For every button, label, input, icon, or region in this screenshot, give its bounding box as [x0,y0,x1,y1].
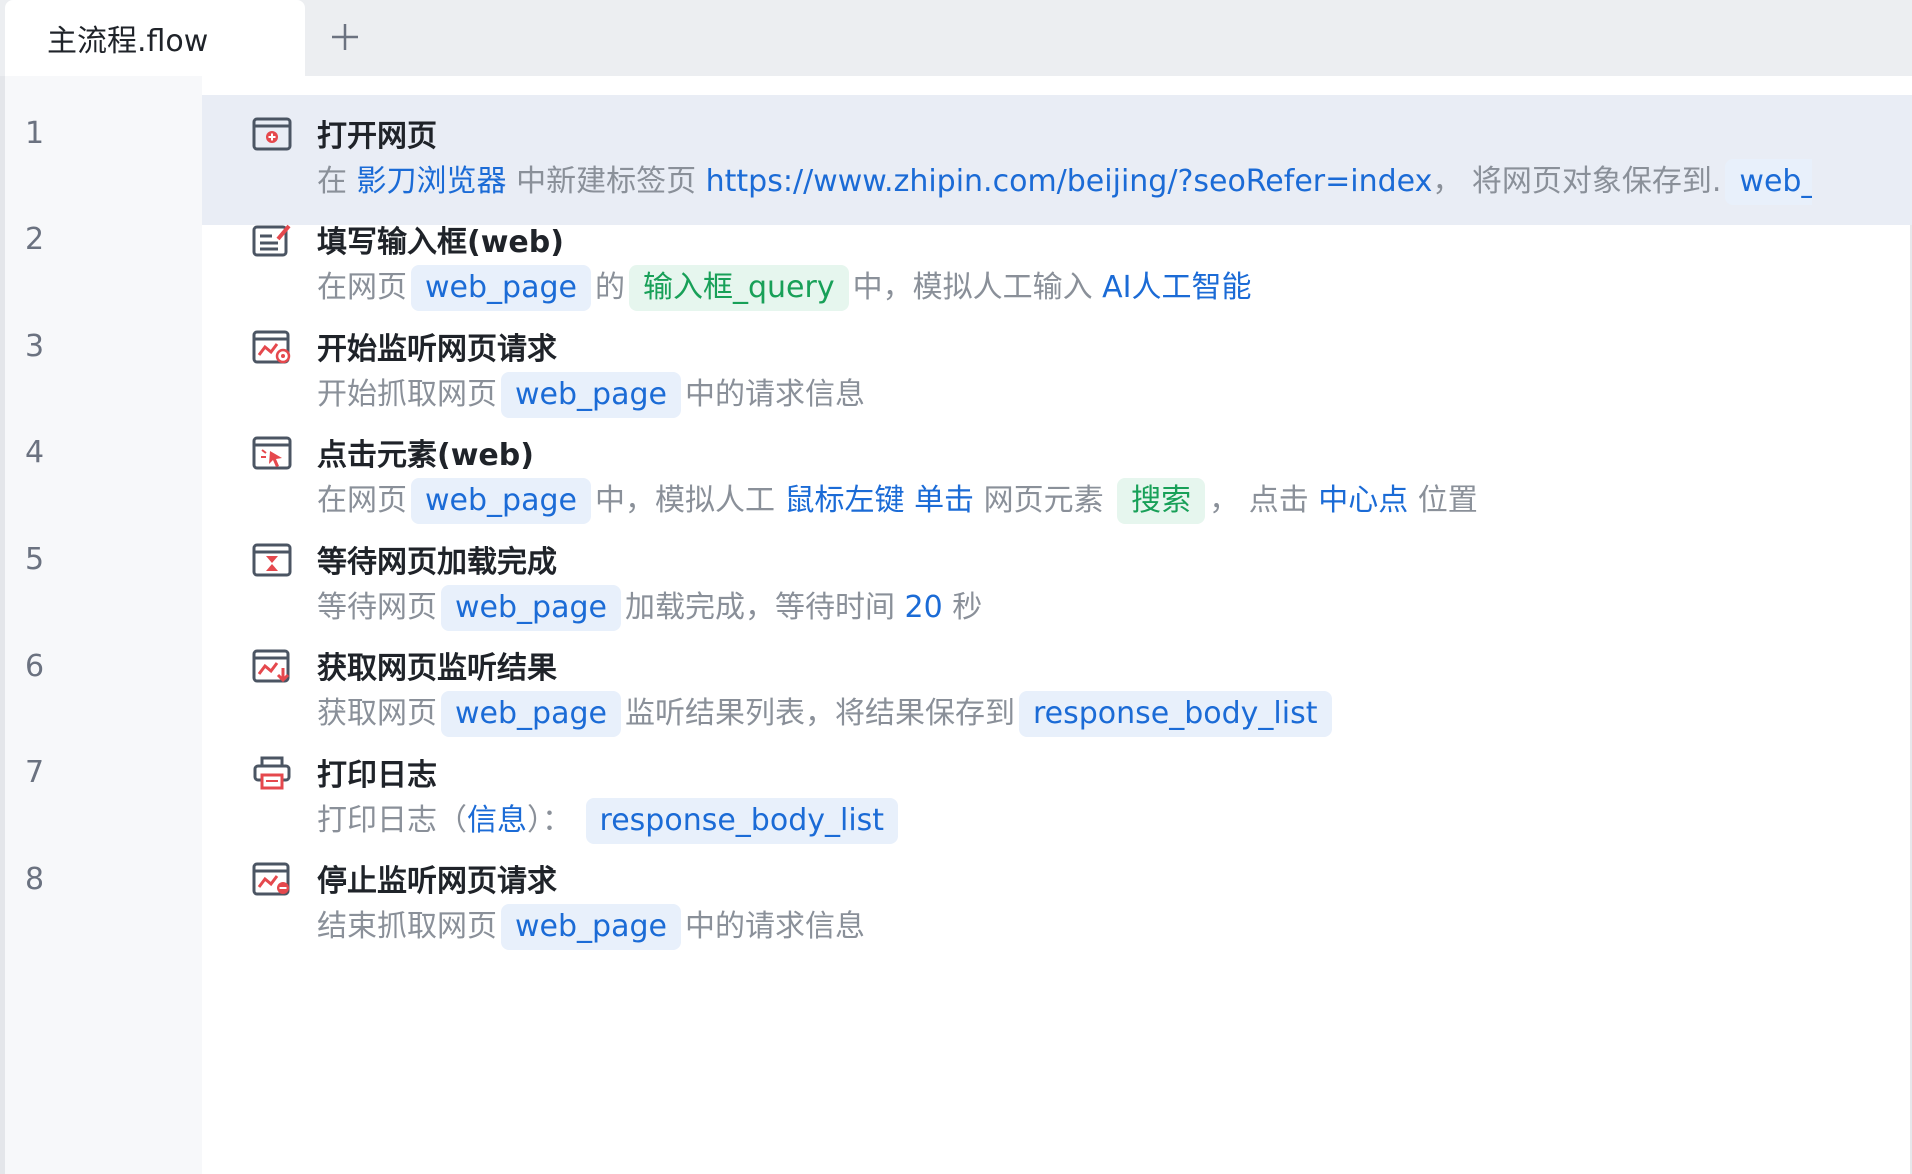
step-title: 等待网页加载完成 [317,545,557,580]
variable-chip[interactable]: web_page [411,265,591,311]
desc-text: 网页元素 [983,483,1104,518]
tab-title: 主流程.flow [47,24,209,59]
step-title: 点击元素(web) [317,438,534,473]
open-browser-icon [252,117,292,151]
monitor-start-icon [252,330,291,364]
desc-text: 加载完成，等待时间 [624,590,895,625]
step-title: 打开网页 [317,119,437,154]
desc-text: 位置 [1417,483,1478,518]
step-title: 停止监听网页请求 [317,864,557,899]
desc-text: 获取网页 [317,696,437,731]
click-type-param[interactable]: 单击 [914,483,974,518]
desc-text: 中新建标签页 [516,164,697,199]
desc-text: 中的请求信息 [684,909,865,944]
desc-text: 在 [317,164,347,199]
click-element-icon [252,436,292,470]
desc-text: 中，模拟人工 [594,483,775,518]
variable-chip[interactable]: web_page [501,372,681,418]
input-text-param[interactable]: AI人工智能 [1102,270,1251,305]
url-param[interactable]: https://www.zhipin.com/beijing/?seoRefer… [706,164,1433,199]
variable-chip[interactable]: web_page [441,585,621,631]
browser-param[interactable]: 影刀浏览器 [357,164,507,199]
step-description: 在网页 web_page 的输入框_query 中，模拟人工输入 AI人工智能 [317,265,1912,311]
desc-text: 秒 [952,590,983,625]
input-form-icon [252,224,291,257]
step-description: 打印日志（信息）： response_body_list [317,798,1912,844]
flow-step-stop-monitor[interactable]: 停止监听网页请求 结束抓取网页 web_page 中的请求信息 [202,840,1912,970]
tab-main-flow[interactable]: 主流程.flow [5,0,305,76]
step-description: 开始抓取网页 web_page 中的请求信息 [317,372,1912,418]
line-number: 5 [25,542,45,577]
desc-text: 中，模拟人工输入 [852,270,1093,305]
line-number: 7 [25,755,45,790]
desc-text: 在网页 [317,483,407,518]
step-title: 开始监听网页请求 [317,332,557,367]
step-description: 结束抓取网页 web_page 中的请求信息 [317,904,1912,950]
hourglass-icon [252,543,292,577]
variable-chip[interactable]: web_page [441,691,621,737]
line-number-gutter: 1 2 3 4 5 6 7 8 [0,76,202,1174]
desc-text: 开始抓取网页 [317,377,497,412]
step-description: 等待网页 web_page 加载完成，等待时间 20 秒 [317,585,1912,631]
line-number: 2 [25,222,45,257]
line-number: 4 [25,435,45,470]
desc-text: 的 [594,270,625,305]
step-description: 在网页 web_page 中，模拟人工 鼠标左键 单击 网页元素 搜索， 点击 中心… [317,478,1912,524]
line-number: 6 [25,649,45,684]
desc-text: 打印日志（ [317,803,467,838]
variable-chip[interactable]: web_page [411,478,591,524]
plus-icon [332,24,358,50]
desc-text: 在网页 [317,270,407,305]
step-description: 获取网页 web_page 监听结果列表，将结果保存到 response_body_l… [317,691,1912,737]
line-number: 8 [25,862,45,897]
variable-chip[interactable]: web_page [501,904,681,950]
element-chip[interactable]: 搜索 [1117,478,1206,524]
desc-text: ， 点击 [1209,483,1309,518]
line-number: 3 [25,329,45,364]
mouse-button-param[interactable]: 鼠标左键 [785,483,905,518]
result-variable-chip[interactable]: response_body_list [1018,691,1332,737]
step-description: 在 影刀浏览器 中新建标签页 https://www.zhipin.com/be… [317,159,1812,205]
step-title: 获取网页监听结果 [317,651,557,686]
print-icon [253,756,291,790]
desc-text: ， 将网页对象保存到. [1432,164,1722,199]
flow-step-list: 打开网页 在 影刀浏览器 中新建标签页 https://www.zhipin.c… [202,95,1912,1174]
log-level-param[interactable]: 信息 [467,803,527,838]
desc-text: 等待网页 [317,590,437,625]
monitor-result-icon [252,649,290,683]
desc-text: 结束抓取网页 [317,909,497,944]
step-title: 填写输入框(web) [317,225,564,260]
log-value-chip[interactable]: response_body_list [585,798,899,844]
tab-bar: 主流程.flow [0,0,1912,76]
add-tab-button[interactable] [322,14,368,60]
desc-text: 监听结果列表，将结果保存到 [624,696,1015,731]
desc-text: 中的请求信息 [684,377,865,412]
step-title: 打印日志 [317,758,437,793]
line-number: 1 [25,116,45,151]
variable-chip[interactable]: web_page [1725,159,1812,205]
desc-text: ）： [527,803,572,838]
wait-seconds-param[interactable]: 20 [905,590,943,625]
click-position-param[interactable]: 中心点 [1318,483,1408,518]
element-chip[interactable]: 输入框_query [628,265,849,311]
monitor-stop-icon [252,862,290,896]
